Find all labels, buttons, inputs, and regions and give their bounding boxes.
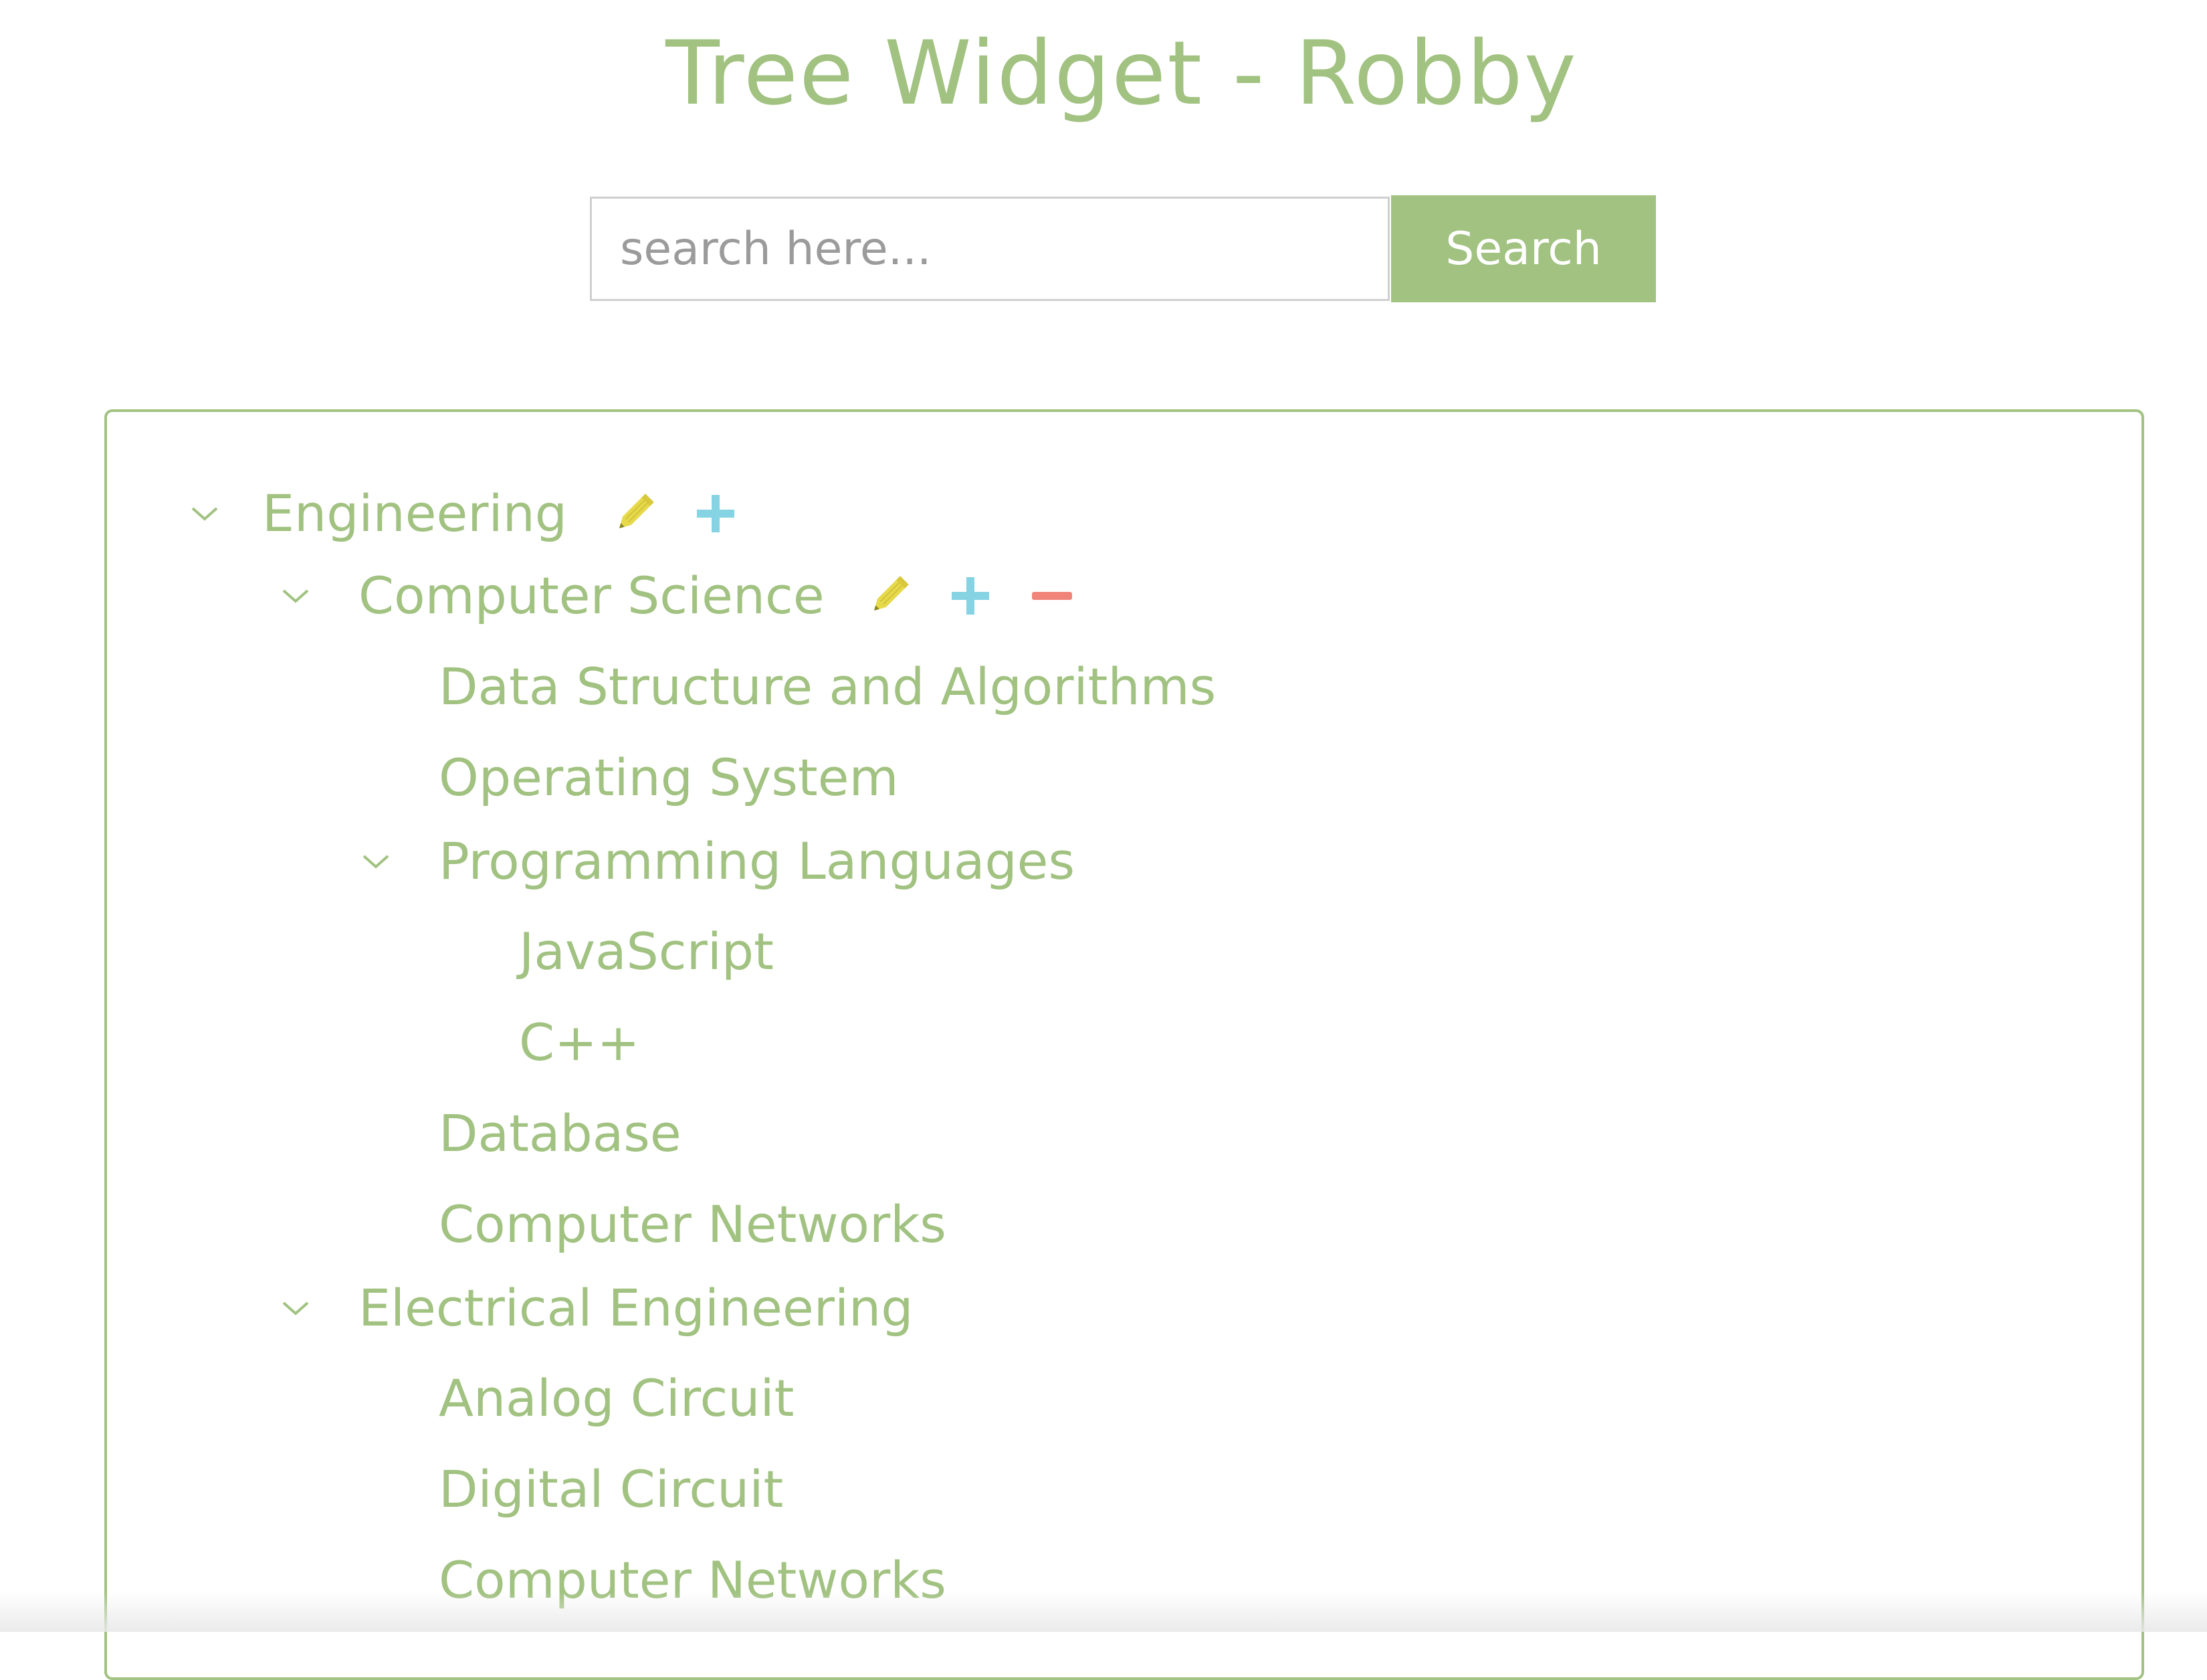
tree-node-label[interactable]: C++ xyxy=(519,1013,639,1073)
tree-node-analog-circuit[interactable]: Analog Circuit xyxy=(439,1368,794,1429)
tree-node-label[interactable]: Computer Science xyxy=(358,566,825,626)
tree-node-label[interactable]: Database xyxy=(439,1104,681,1164)
tree-node-label[interactable]: Computer Networks xyxy=(439,1194,946,1255)
chevron-down-icon[interactable] xyxy=(278,579,313,613)
minus-icon[interactable] xyxy=(1027,570,1077,621)
tree-node-label[interactable]: Operating System xyxy=(439,748,899,808)
tree-node-computer-science[interactable]: Computer Science xyxy=(278,566,1077,626)
tree-node-data-structure-and-algorithms[interactable]: Data Structure and Algorithms xyxy=(439,657,1216,717)
tree-node-computer-networks[interactable]: Computer Networks xyxy=(439,1550,946,1610)
tree-node-label[interactable]: Electrical Engineering xyxy=(358,1278,913,1338)
tree-node-label[interactable]: Digital Circuit xyxy=(439,1459,783,1519)
pencil-icon[interactable] xyxy=(609,488,659,539)
pencil-icon[interactable] xyxy=(863,570,914,621)
tree-node-label[interactable]: Data Structure and Algorithms xyxy=(439,657,1216,717)
tree-node-programming-languages[interactable]: Programming Languages xyxy=(358,831,1075,891)
plus-icon[interactable] xyxy=(945,570,996,621)
tree-node-label[interactable]: Engineering xyxy=(262,484,567,544)
tree-node-javascript[interactable]: JavaScript xyxy=(519,922,774,982)
tree-node-electrical-engineering[interactable]: Electrical Engineering xyxy=(278,1278,913,1338)
chevron-down-icon[interactable] xyxy=(358,844,393,879)
tree-panel: Engineering Computer Science Data Struct… xyxy=(104,409,2144,1680)
tree-node-engineering[interactable]: Engineering xyxy=(187,484,741,544)
tree-node-label[interactable]: Analog Circuit xyxy=(439,1368,794,1429)
tree-node-operating-system[interactable]: Operating System xyxy=(439,748,899,808)
chevron-down-icon[interactable] xyxy=(278,1291,313,1326)
search-button[interactable]: Search xyxy=(1391,195,1656,302)
search-input[interactable] xyxy=(590,197,1390,301)
tree-node-digital-circuit[interactable]: Digital Circuit xyxy=(439,1459,783,1519)
tree-node-label[interactable]: Computer Networks xyxy=(439,1550,946,1610)
chevron-down-icon[interactable] xyxy=(187,496,222,531)
page-title: Tree Widget - Robby xyxy=(665,22,1578,125)
tree-node-label[interactable]: Programming Languages xyxy=(439,831,1075,891)
tree-node-database[interactable]: Database xyxy=(439,1104,681,1164)
tree-node-computer-networks[interactable]: Computer Networks xyxy=(439,1194,946,1255)
tree-node-cpp[interactable]: C++ xyxy=(519,1013,639,1073)
plus-icon[interactable] xyxy=(690,488,741,539)
tree-node-label[interactable]: JavaScript xyxy=(519,922,774,982)
